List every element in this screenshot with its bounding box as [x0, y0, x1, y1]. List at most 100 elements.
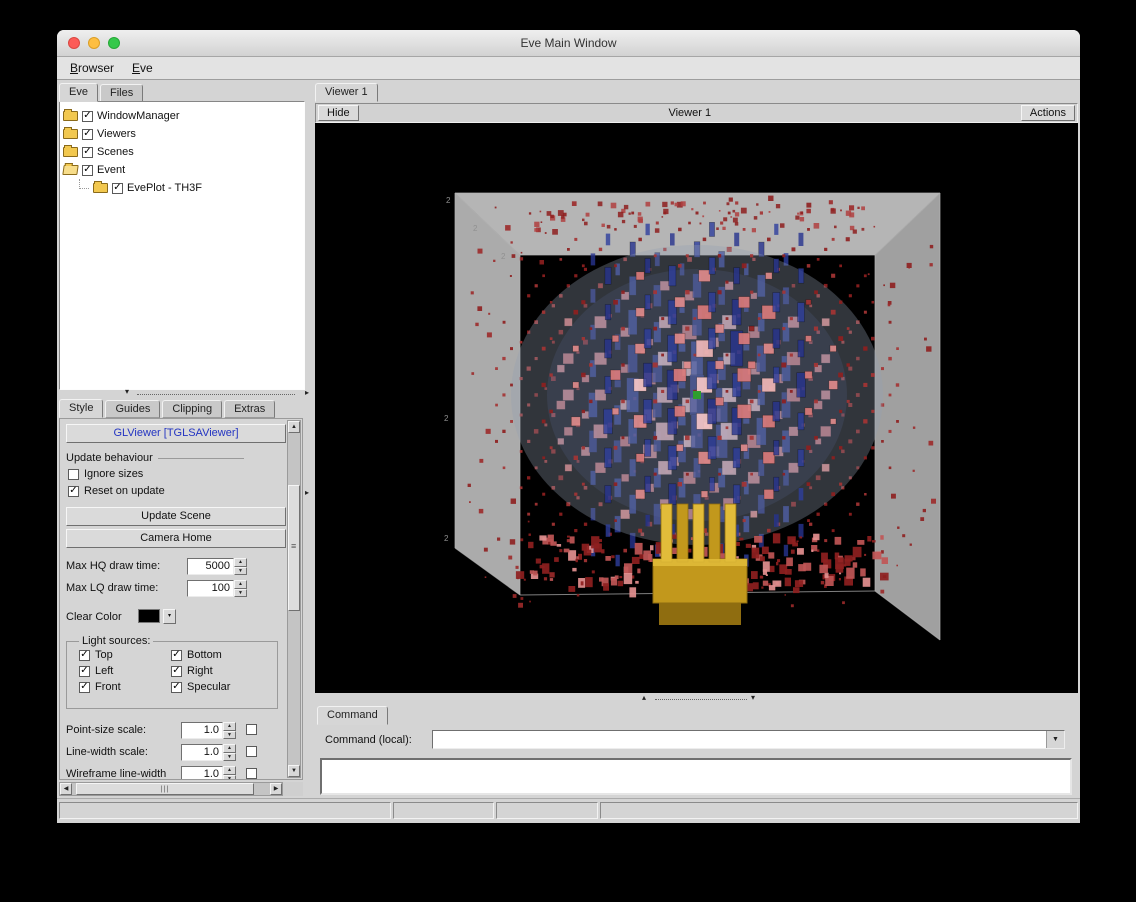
folder-icon: [63, 111, 78, 121]
tree-checkbox[interactable]: [82, 165, 93, 176]
viewer-title: Viewer 1: [361, 107, 1019, 119]
svg-text:2: 2: [444, 534, 449, 543]
tree-style-splitter[interactable]: ▾: [59, 390, 303, 398]
style-tab-extras[interactable]: Extras: [224, 400, 275, 418]
scroll-up-button[interactable]: ▲: [288, 421, 300, 433]
scale-spinner[interactable]: 1.0▲▼: [181, 744, 236, 761]
spinner-arrows[interactable]: ▲▼: [223, 744, 236, 761]
title-bar[interactable]: Eve Main Window: [57, 30, 1080, 57]
splitter-dots: [655, 699, 747, 700]
scrollbar-thumb[interactable]: [288, 485, 300, 611]
tree[interactable]: WindowManager Viewers Scenes EventEvePlot -…: [59, 101, 305, 390]
splitter-arrow-icon[interactable]: ▸: [305, 388, 309, 397]
status-cell: [393, 802, 494, 819]
panel-splitter[interactable]: ▸ ▸: [303, 78, 315, 798]
gl-viewport[interactable]: 2 2 2 2 2: [315, 123, 1078, 693]
style-vertical-scrollbar[interactable]: ▲ ▼: [287, 420, 301, 778]
svg-text:2: 2: [501, 252, 506, 261]
svg-text:2: 2: [444, 414, 449, 423]
spin-down-icon[interactable]: ▼: [223, 753, 236, 762]
viewer-command-splitter[interactable]: ▴ ▾: [315, 695, 1078, 704]
chevron-down-icon: ▼: [1052, 736, 1059, 743]
menu-bar: BrowserEve: [57, 57, 1080, 80]
scale-spinner[interactable]: 1.0▲▼: [181, 766, 236, 780]
scrollbar-corner: [283, 782, 303, 796]
scale-rows: Point-size scale:1.0▲▼Line-width scale:1…: [60, 419, 302, 779]
spin-down-icon[interactable]: ▼: [223, 775, 236, 781]
style-tab-style[interactable]: Style: [59, 399, 103, 418]
eve-main-window: Eve Main Window BrowserEve EveFiles Wind…: [57, 30, 1080, 822]
scale-checkbox[interactable]: [246, 724, 257, 735]
tree-checkbox[interactable]: [82, 147, 93, 158]
scale-checkbox[interactable]: [246, 768, 257, 779]
tree-item-label: Scenes: [97, 146, 134, 158]
tree-item-label: Event: [97, 164, 125, 176]
command-tab-bar: Command: [317, 706, 390, 725]
tree-checkbox[interactable]: [82, 111, 93, 122]
spin-up-icon[interactable]: ▲: [223, 722, 236, 731]
scroll-right-button[interactable]: ▶: [270, 783, 282, 795]
spinner-arrows[interactable]: ▲▼: [223, 766, 236, 780]
spin-up-icon[interactable]: ▲: [223, 744, 236, 753]
scale-label: Line-width scale:: [66, 746, 148, 758]
svg-text:2: 2: [473, 224, 478, 233]
status-cell: [496, 802, 598, 819]
folder-icon: [93, 183, 108, 193]
menu-eve[interactable]: Eve: [123, 59, 162, 77]
actions-button[interactable]: Actions: [1021, 105, 1075, 121]
command-dropdown-button[interactable]: ▼: [1046, 731, 1064, 748]
spin-down-icon[interactable]: ▼: [223, 731, 236, 740]
style-tab-bar: StyleGuidesClippingExtras: [59, 399, 277, 418]
scroll-left-button[interactable]: ◀: [60, 783, 72, 795]
status-cell: [59, 802, 391, 819]
status-cell: [600, 802, 1078, 819]
command-input[interactable]: [433, 731, 1046, 748]
left-tab-bar: EveFiles: [59, 83, 145, 102]
folder-icon: [63, 147, 78, 157]
tree-row[interactable]: Event: [63, 161, 301, 179]
scale-checkbox[interactable]: [246, 746, 257, 757]
tab-viewer-1[interactable]: Viewer 1: [315, 83, 378, 102]
tab-files[interactable]: Files: [100, 84, 143, 102]
tree-checkbox[interactable]: [82, 129, 93, 140]
tree-row[interactable]: Viewers: [63, 125, 301, 143]
tree-item-label: EvePlot - TH3F: [127, 182, 202, 194]
spin-up-icon[interactable]: ▲: [223, 766, 236, 775]
command-combobox[interactable]: ▼: [432, 730, 1065, 749]
style-tab-clipping[interactable]: Clipping: [162, 400, 222, 418]
scale-label: Wireframe line-width: [66, 768, 166, 780]
tab-command[interactable]: Command: [317, 706, 388, 725]
tree-row[interactable]: EvePlot - TH3F: [63, 179, 301, 197]
command-label: Command (local):: [325, 734, 412, 746]
tree-row[interactable]: Scenes: [63, 143, 301, 161]
menu-browser[interactable]: Browser: [61, 59, 123, 77]
tree-item-label: WindowManager: [97, 110, 180, 122]
scroll-down-button[interactable]: ▼: [288, 765, 300, 777]
splitter-arrow-icon[interactable]: ▾: [125, 387, 129, 396]
window-title: Eve Main Window: [57, 36, 1080, 50]
command-output[interactable]: [320, 758, 1072, 795]
scale-spinner[interactable]: 1.0▲▼: [181, 722, 236, 739]
hide-button[interactable]: Hide: [318, 105, 359, 121]
style-tab-guides[interactable]: Guides: [105, 400, 160, 418]
style-horizontal-scrollbar[interactable]: ◀ ||| ▶: [59, 782, 283, 796]
splitter-dots: [137, 394, 295, 395]
viewer-canvas[interactable]: 2 2 2 2 2: [315, 123, 1078, 693]
status-bar: [57, 798, 1080, 823]
tree-row[interactable]: WindowManager: [63, 107, 301, 125]
spinner-value[interactable]: 1.0: [181, 766, 223, 780]
scrollbar-thumb[interactable]: |||: [76, 783, 254, 795]
svg-text:2: 2: [446, 196, 451, 205]
tree-checkbox[interactable]: [112, 183, 123, 194]
splitter-arrow-icon[interactable]: ▸: [305, 488, 309, 497]
spinner-arrows[interactable]: ▲▼: [223, 722, 236, 739]
tab-eve[interactable]: Eve: [59, 83, 98, 102]
scale-label: Point-size scale:: [66, 724, 146, 736]
spinner-value[interactable]: 1.0: [181, 744, 223, 761]
spinner-value[interactable]: 1.0: [181, 722, 223, 739]
tree-item-label: Viewers: [97, 128, 136, 140]
splitter-arrow-icon[interactable]: ▾: [751, 693, 755, 702]
splitter-arrow-icon[interactable]: ▴: [642, 693, 646, 702]
folder-icon: [62, 165, 78, 175]
viewer-tab-bar: Viewer 1: [315, 83, 380, 102]
